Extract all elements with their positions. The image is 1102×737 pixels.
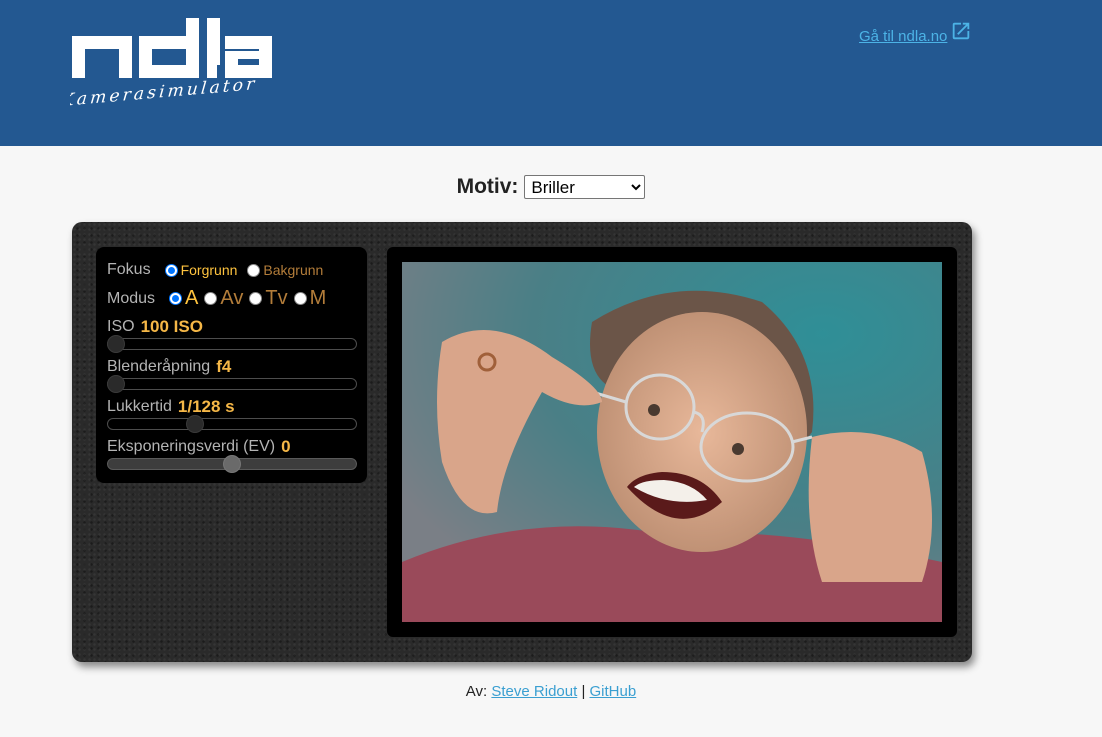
shutter-slider[interactable]: [107, 414, 357, 434]
svg-text:Kamerasimulator: Kamerasimulator: [70, 74, 258, 111]
camera-body: Fokus Forgrunn Bakgrunn Modus A Av Tv M …: [72, 222, 972, 662]
preview-photo: [402, 262, 942, 622]
aperture-slider-track[interactable]: [107, 378, 357, 390]
ext-link-label[interactable]: Gå til ndla.no: [859, 28, 947, 45]
mode-m-label[interactable]: M: [310, 287, 327, 310]
iso-slider[interactable]: [107, 334, 357, 354]
external-ndla-link[interactable]: Gå til ndla.no: [859, 20, 972, 45]
github-link[interactable]: GitHub: [590, 683, 637, 700]
mode-tv-radio[interactable]: [249, 292, 263, 305]
viewfinder: [387, 247, 957, 637]
author-link[interactable]: Steve Ridout: [491, 683, 577, 700]
focus-row: Fokus Forgrunn Bakgrunn: [107, 261, 325, 279]
shutter-slider-thumb[interactable]: [185, 415, 204, 433]
focus-forgrunn-label[interactable]: Forgrunn: [181, 262, 238, 278]
header-bar: Kamerasimulator Gå til ndla.no: [0, 0, 1102, 146]
external-link-icon: [953, 22, 970, 40]
mode-av-label[interactable]: Av: [220, 287, 243, 310]
mode-a-label[interactable]: A: [185, 287, 198, 310]
motiv-row: Motiv: Briller: [0, 175, 1102, 199]
focus-forgrunn-radio[interactable]: [164, 263, 178, 277]
mode-label: Modus: [107, 289, 156, 307]
motiv-select[interactable]: Briller: [524, 175, 646, 199]
mode-row: Modus A Av Tv M: [107, 287, 332, 310]
ev-slider[interactable]: [107, 454, 357, 474]
footer-prefix: Av:: [465, 683, 488, 700]
preview-photo-graphic: [402, 262, 942, 622]
aperture-slider-thumb[interactable]: [107, 375, 125, 393]
focus-bakgrunn-label[interactable]: Bakgrunn: [263, 262, 323, 278]
mode-m-radio[interactable]: [293, 292, 307, 305]
aperture-slider[interactable]: [107, 374, 357, 394]
controls-panel: Fokus Forgrunn Bakgrunn Modus A Av Tv M …: [96, 247, 367, 483]
focus-label: Fokus: [107, 261, 151, 278]
mode-tv-label[interactable]: Tv: [265, 287, 287, 310]
focus-bakgrunn-radio[interactable]: [247, 263, 261, 277]
motiv-label: Motiv:: [456, 175, 519, 198]
iso-slider-track[interactable]: [107, 338, 357, 350]
shutter-slider-track[interactable]: [107, 418, 357, 430]
mode-av-radio[interactable]: [204, 292, 218, 305]
iso-slider-thumb[interactable]: [107, 335, 125, 353]
ndla-logo[interactable]: Kamerasimulator: [70, 18, 280, 118]
footer: Av: Steve Ridout | GitHub: [0, 683, 1102, 700]
mode-a-radio[interactable]: [169, 292, 183, 305]
footer-separator: |: [581, 683, 586, 700]
ev-slider-thumb[interactable]: [223, 455, 241, 473]
